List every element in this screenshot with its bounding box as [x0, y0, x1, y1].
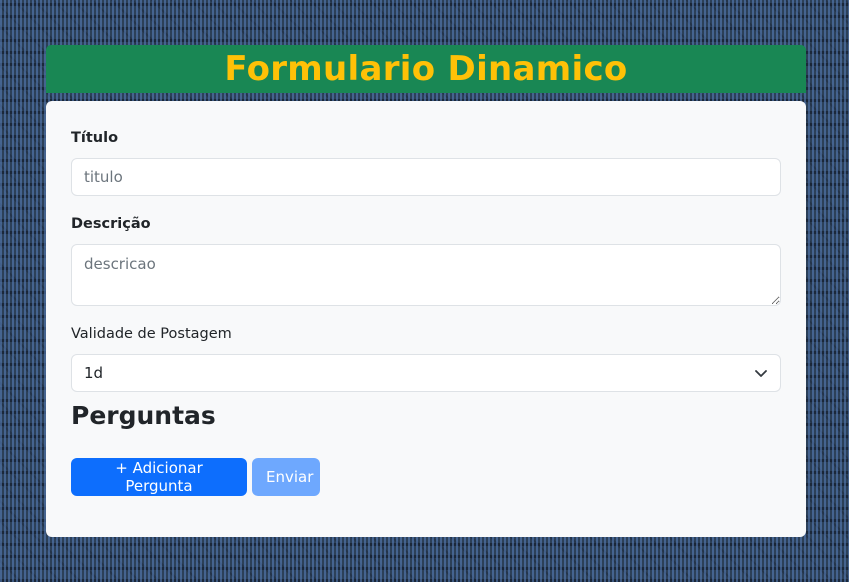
page-title: Formulario Dinamico: [224, 49, 628, 89]
titulo-input[interactable]: [71, 158, 781, 196]
chevron-down-icon: [754, 366, 768, 380]
app-header: Formulario Dinamico: [46, 45, 806, 93]
descricao-textarea[interactable]: [71, 244, 781, 306]
add-question-button[interactable]: + Adicionar Pergunta: [71, 458, 247, 496]
submit-button[interactable]: Enviar: [252, 458, 320, 496]
titulo-label: Título: [71, 130, 119, 146]
descricao-label: Descrição: [71, 216, 151, 232]
validade-selected-value: 1d: [84, 364, 104, 382]
validade-select[interactable]: 1d: [71, 354, 781, 392]
validade-label: Validade de Postagem: [71, 326, 232, 342]
perguntas-heading: Perguntas: [71, 401, 216, 430]
form-card: Título Descrição Validade de Postagem 1d…: [46, 101, 806, 537]
